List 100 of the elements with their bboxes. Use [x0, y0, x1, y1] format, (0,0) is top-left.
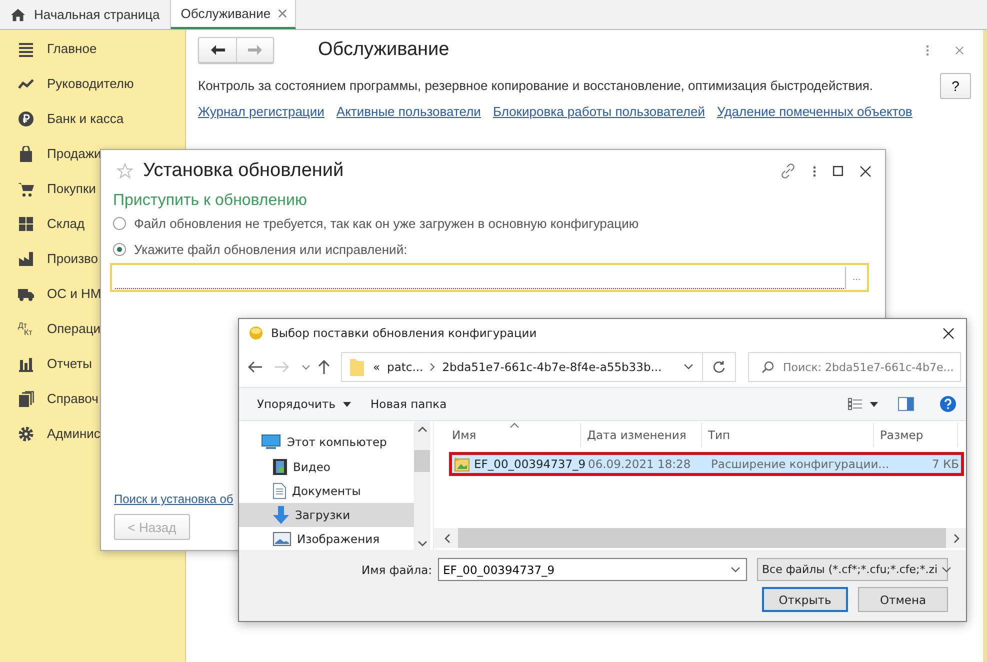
- sidebar-item[interactable]: Справоч: [47, 391, 98, 406]
- cart-icon: [18, 180, 34, 196]
- file-path-field[interactable]: ...: [110, 263, 869, 292]
- help-button[interactable]: ?: [940, 72, 971, 98]
- search-field[interactable]: Поиск: 2bda51e7-661c-4b7e...: [748, 352, 961, 382]
- folder-item[interactable]: Загрузки: [239, 503, 414, 527]
- scroll-left-icon[interactable]: [444, 534, 450, 542]
- folder-item[interactable]: Документы: [239, 479, 414, 503]
- sidebar-item[interactable]: Покупки: [47, 181, 96, 196]
- app-icon: [249, 326, 263, 340]
- more-icon[interactable]: [813, 166, 816, 176]
- breadcrumb[interactable]: «: [373, 360, 380, 374]
- folder-icon: [350, 358, 364, 376]
- chevron-down-icon[interactable]: [302, 364, 310, 370]
- table-cell: 06.09.2021 18:28: [588, 457, 691, 471]
- menu-icon: [18, 40, 34, 56]
- sidebar-item[interactable]: Операци: [47, 321, 101, 336]
- dropdown-caret-icon: [342, 402, 351, 406]
- chevron-down-icon[interactable]: [731, 567, 740, 573]
- scrollbar-thumb[interactable]: [414, 450, 430, 472]
- download-arrow-icon: [273, 506, 289, 524]
- horizontal-scrollbar[interactable]: [434, 528, 966, 548]
- column-header[interactable]: Имя: [434, 423, 581, 447]
- vertical-scrollbar[interactable]: [414, 421, 430, 550]
- radio-label[interactable]: Файл обновления не требуется, так как он уже загружен в основную конфигурацию: [134, 216, 639, 231]
- back-arrow-icon: [210, 45, 224, 55]
- sort-caret-icon: [510, 423, 519, 428]
- refresh-icon: [713, 361, 725, 373]
- dialog-title: Установка обновлений: [143, 160, 344, 182]
- icon-label: Дт Кт: [18, 322, 34, 336]
- maximize-icon[interactable]: [833, 166, 843, 176]
- sidebar-item[interactable]: Руководителю: [47, 76, 134, 91]
- column-header[interactable]: Размер: [874, 423, 958, 447]
- dialog-button[interactable]: Открыть: [762, 587, 848, 612]
- sidebar-item[interactable]: Произво: [47, 251, 98, 266]
- toolbar-button[interactable]: Упорядочить: [247, 394, 361, 414]
- breadcrumb[interactable]: patc...: [387, 360, 424, 374]
- link[interactable]: Журнал регистрации: [198, 104, 324, 119]
- toolbar-button[interactable]: Новая папка: [360, 394, 457, 414]
- picture-icon: [273, 532, 291, 546]
- help-icon[interactable]: [940, 396, 956, 412]
- column-header[interactable]: Тип: [702, 423, 874, 447]
- star-icon[interactable]: [117, 163, 133, 179]
- chevron-down-icon[interactable]: [684, 364, 693, 370]
- refresh-button[interactable]: [703, 352, 736, 382]
- file-type-dropdown[interactable]: Все файлы (*.cf*;*.cfu;*.cfe;*.zi: [757, 558, 948, 581]
- scroll-right-icon[interactable]: [954, 534, 960, 542]
- view-options-icon[interactable]: [848, 398, 862, 410]
- bar-chart-icon: [18, 356, 34, 372]
- film-icon: [273, 459, 287, 475]
- column-header[interactable]: Дата изменения: [581, 423, 702, 447]
- document-icon: [273, 483, 286, 499]
- file-icon: [454, 456, 470, 472]
- documents-icon: [18, 390, 34, 406]
- section-heading: Приступить к обновлению: [113, 192, 308, 210]
- radio-button[interactable]: [113, 217, 126, 230]
- factory-icon: [18, 250, 34, 266]
- folder-item[interactable]: Видео: [239, 455, 414, 479]
- table-cell: EF_00_00394737_9: [474, 457, 586, 471]
- description-text: Контроль за состоянием программы, резервное копирование и восстановление, оптимизация быстродействия.: [198, 78, 874, 93]
- ruble-coin-icon: [18, 110, 34, 126]
- close-icon[interactable]: [943, 328, 954, 338]
- dialog-button[interactable]: Отмена: [858, 587, 948, 612]
- grid-icon: [18, 216, 34, 232]
- scroll-up-icon[interactable]: [418, 426, 426, 432]
- file-row[interactable]: EF_00_00394737_9 06.09.2021 18:28 Расширение конфигурации... 7 КБ: [449, 452, 964, 476]
- link-icon[interactable]: [780, 163, 796, 179]
- link[interactable]: Блокировка работы пользователей: [492, 104, 705, 119]
- gear-icon: [18, 426, 34, 442]
- sidebar-item[interactable]: ОС и НМ: [47, 286, 102, 301]
- sidebar-item[interactable]: Склад: [47, 216, 85, 231]
- folder-item[interactable]: Этот компьютер: [239, 431, 414, 453]
- up-arrow-icon[interactable]: [318, 360, 330, 374]
- breadcrumb[interactable]: 2bda51e7-661c-4b7e-8f4e-a55b33b...: [442, 360, 662, 374]
- close-icon[interactable]: [860, 166, 871, 176]
- field-label: Имя файла:: [362, 562, 432, 576]
- table-cell: Расширение конфигурации...: [711, 457, 890, 471]
- link[interactable]: Удаление помеченных объектов: [716, 104, 912, 119]
- search-icon: [762, 361, 774, 373]
- link[interactable]: Поиск и установка об: [114, 492, 234, 506]
- address-bar[interactable]: « patc... 2bda51e7-661c-4b7e-8f4e-a55b33b...: [341, 352, 703, 382]
- computer-icon: [261, 434, 281, 450]
- back-arrow-icon[interactable]: [248, 361, 262, 373]
- scroll-down-icon[interactable]: [418, 541, 426, 547]
- folder-item[interactable]: Изображения: [239, 527, 414, 551]
- sidebar-item[interactable]: Продажи: [47, 146, 102, 161]
- forward-arrow-icon: [248, 45, 262, 55]
- radio-button[interactable]: [113, 243, 126, 256]
- sidebar-item[interactable]: Админис: [47, 426, 100, 441]
- link[interactable]: Активные пользователи: [336, 104, 481, 119]
- sidebar-item[interactable]: Отчеты: [47, 356, 92, 371]
- file-name-field[interactable]: EF_00_00394737_9: [438, 558, 747, 581]
- sidebar-item[interactable]: Банк и касса: [47, 111, 124, 126]
- more-icon[interactable]: [926, 44, 929, 56]
- preview-pane-icon[interactable]: [898, 397, 914, 411]
- shopping-bag-icon: [18, 146, 34, 162]
- radio-label[interactable]: Укажите файл обновления или исправлений:: [134, 242, 408, 257]
- tab[interactable]: Обслуживание: [170, 0, 296, 29]
- dropdown-caret-icon[interactable]: [870, 402, 878, 406]
- sidebar-item[interactable]: Главное: [47, 41, 97, 56]
